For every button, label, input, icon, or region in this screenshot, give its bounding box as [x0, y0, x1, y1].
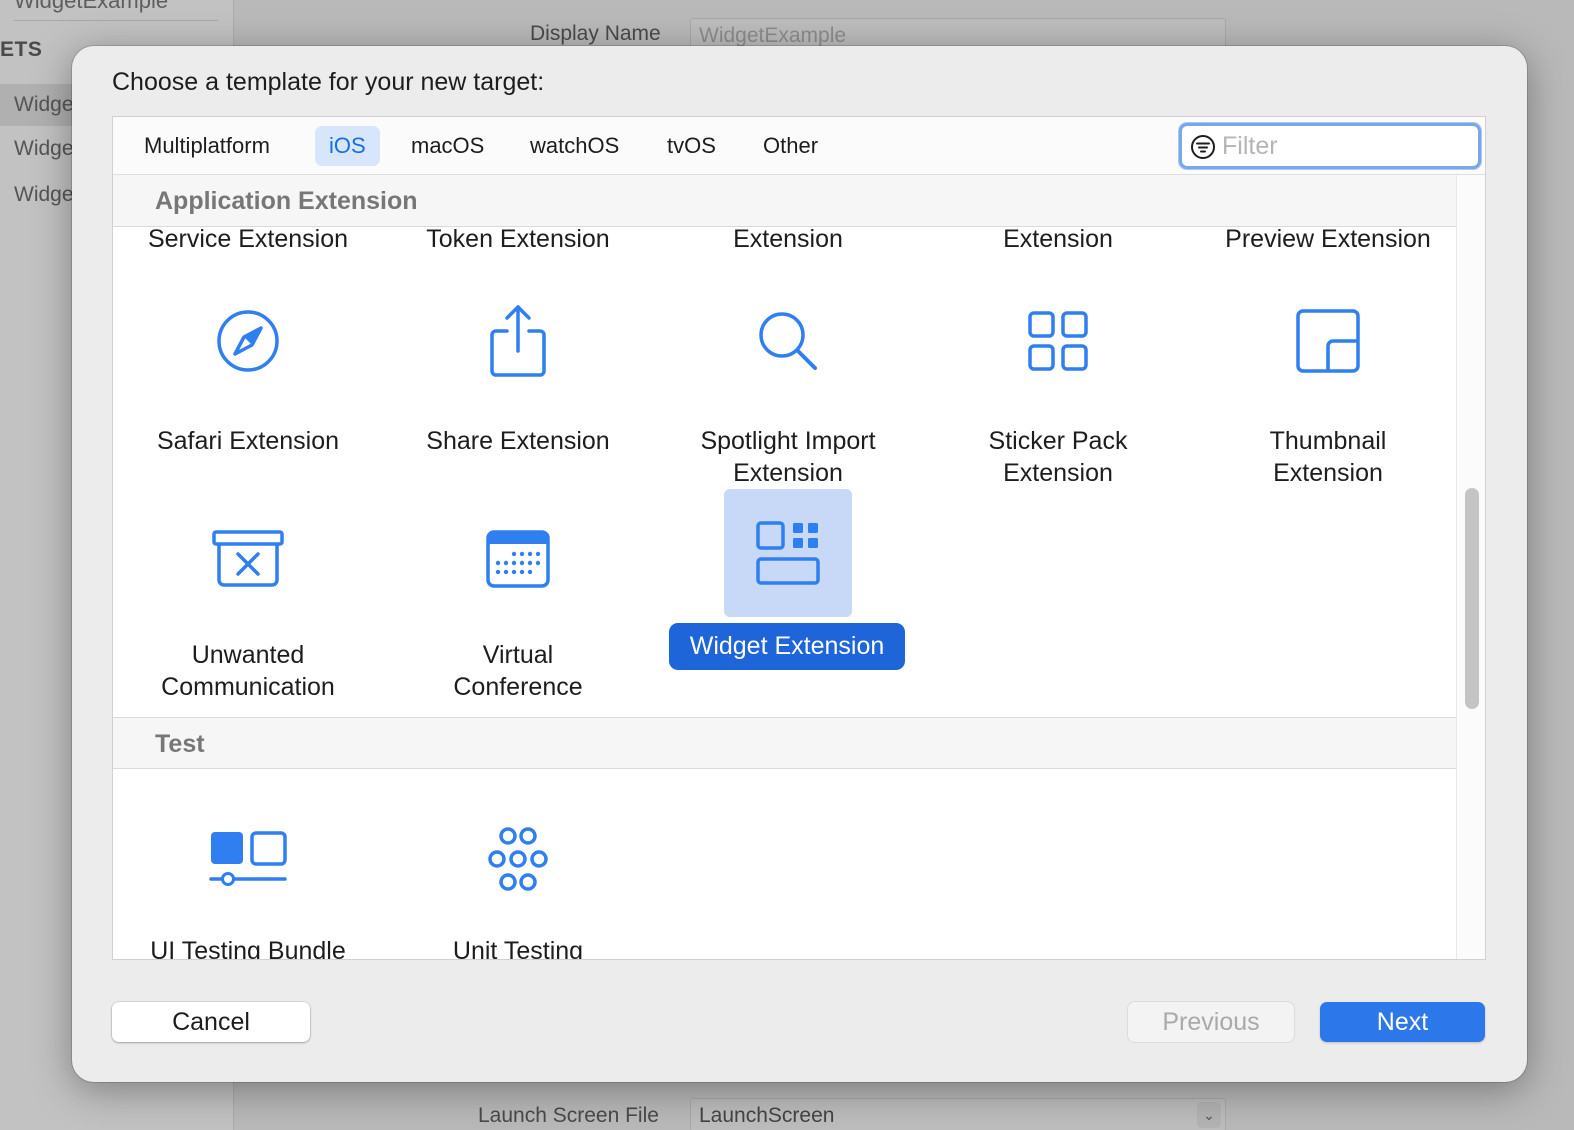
sidebar-item-target-3[interactable]: Widge: [14, 183, 74, 207]
template-label: Safari Extension: [156, 427, 340, 455]
template-tile-thumbnail-extension[interactable]: Thumbnail Extension: [1193, 277, 1463, 487]
template-label: Virtual Conference: [453, 641, 583, 701]
template-tile-virtual-conference[interactable]: Virtual Conference: [383, 495, 653, 701]
template-label: UI Testing Bundle: [150, 937, 346, 960]
previous-button[interactable]: Previous: [1128, 1002, 1294, 1042]
template-label: Extension: [1003, 225, 1113, 253]
next-button[interactable]: Next: [1320, 1002, 1485, 1042]
template-chooser: Multiplatform iOS macOS watchOS tvOS Oth…: [112, 116, 1486, 960]
sidebar-divider: [14, 20, 218, 21]
display-name-label: Display Name: [530, 22, 661, 45]
new-target-dialog: Choose a template for your new target: M…: [72, 46, 1527, 1082]
unit-testing-icon: [454, 795, 582, 923]
template-tile-partial[interactable]: Preview Extension: [1193, 223, 1463, 257]
template-tile-partial[interactable]: Service Extension: [113, 223, 383, 257]
filter-field[interactable]: [1179, 123, 1481, 169]
sidebar-item-target-2[interactable]: Widge: [14, 137, 74, 161]
template-tile-sticker-pack-extension[interactable]: Sticker Pack Extension: [923, 277, 1193, 487]
tab-watchos[interactable]: watchOS: [516, 126, 633, 166]
template-label: Token Extension: [426, 225, 610, 253]
template-tile-ui-testing-bundle[interactable]: UI Testing Bundle: [113, 795, 383, 960]
scrollbar-thumb[interactable]: [1465, 488, 1479, 709]
widget-icon: [724, 489, 852, 617]
template-tile-widget-extension[interactable]: Widget Extension: [653, 489, 923, 689]
template-label: Service Extension: [147, 225, 349, 253]
template-tile-partial[interactable]: Extension: [923, 223, 1193, 257]
section-header-application-extension: Application Extension: [113, 175, 1456, 227]
grid-icon: [994, 277, 1122, 405]
section-header-test: Test: [113, 717, 1456, 769]
magnifier-icon: [724, 277, 852, 405]
thumbnail-icon: [1264, 277, 1392, 405]
chevron-down-icon[interactable]: ⌄: [1197, 1102, 1221, 1128]
template-label: Preview Extension: [1225, 225, 1431, 253]
template-tile-partial[interactable]: Extension: [653, 223, 923, 257]
template-label: Sticker Pack Extension: [988, 427, 1128, 487]
template-tile-partial[interactable]: Token Extension: [383, 223, 653, 257]
template-label-selected: Widget Extension: [669, 623, 905, 670]
launch-screen-label: Launch Screen File: [478, 1104, 659, 1127]
filter-input[interactable]: [1222, 130, 1472, 162]
tab-other[interactable]: Other: [749, 126, 832, 166]
launch-screen-field[interactable]: LaunchScreen ⌄: [690, 1098, 1226, 1130]
template-tile-share-extension[interactable]: Share Extension: [383, 277, 653, 477]
tab-macos[interactable]: macOS: [397, 126, 498, 166]
template-tile-spotlight-import-extension[interactable]: Spotlight Import Extension: [653, 277, 923, 487]
tab-ios[interactable]: iOS: [315, 126, 380, 166]
template-tile-safari-extension[interactable]: Safari Extension: [113, 277, 383, 477]
cancel-button[interactable]: Cancel: [112, 1002, 310, 1042]
template-label: Extension: [733, 225, 843, 253]
template-label: Share Extension: [426, 427, 610, 455]
sidebar-section-targets: ETS: [0, 38, 43, 61]
compass-icon: [184, 277, 312, 405]
template-list: Application Extension Service Extension …: [113, 175, 1456, 960]
template-label: Spotlight Import Extension: [700, 427, 876, 487]
junk-tray-icon: [184, 495, 312, 623]
ui-testing-icon: [184, 795, 312, 923]
template-tile-unwanted-communication[interactable]: Unwanted Communication: [113, 495, 383, 701]
launch-screen-value: LaunchScreen: [699, 1104, 835, 1127]
template-label: Thumbnail Extension: [1269, 427, 1387, 487]
template-list-scrollbar[interactable]: [1456, 175, 1485, 959]
dialog-title: Choose a template for your new target:: [112, 68, 545, 96]
sidebar-project-title: WidgetExample: [14, 0, 169, 13]
template-label: Unit Testing Bundle: [452, 937, 584, 960]
tab-multiplatform[interactable]: Multiplatform: [130, 126, 284, 166]
template-tile-unit-testing-bundle[interactable]: Unit Testing Bundle: [383, 795, 653, 960]
calendar-icon: [454, 495, 582, 623]
share-icon: [454, 277, 582, 405]
template-label: Unwanted Communication: [161, 641, 335, 701]
filter-icon: [1191, 135, 1215, 159]
platform-tab-bar: Multiplatform iOS macOS watchOS tvOS Oth…: [113, 117, 1485, 175]
tab-tvos[interactable]: tvOS: [653, 126, 730, 166]
